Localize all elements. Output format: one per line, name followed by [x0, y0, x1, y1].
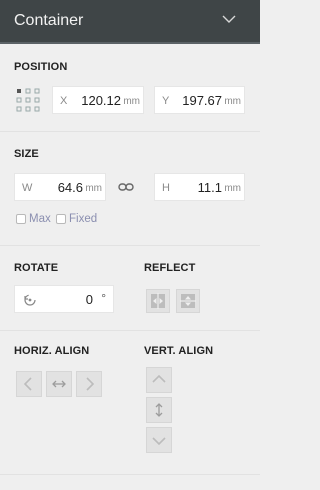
- align-bottom-button[interactable]: [146, 427, 172, 453]
- x-value: 120.12: [81, 93, 121, 108]
- w-unit: mm: [85, 183, 102, 194]
- align-left-button[interactable]: [16, 371, 42, 397]
- rotate-icon: [24, 294, 36, 306]
- align-middle-vertical-button[interactable]: [146, 397, 172, 423]
- fixed-checkbox-box[interactable]: [56, 214, 66, 224]
- horiz-align-label: HORIZ. ALIGN: [14, 345, 90, 357]
- align-top-icon: [152, 374, 166, 383]
- rotate-unit: °: [101, 291, 106, 305]
- panel-title: Container: [14, 12, 84, 29]
- max-checkbox[interactable]: Max: [16, 213, 51, 225]
- flip-vertical-button[interactable]: [176, 289, 200, 313]
- flip-horizontal-icon: [151, 293, 165, 309]
- size-w-field[interactable]: W 64.6 mm: [14, 173, 106, 201]
- position-label: POSITION: [14, 61, 68, 73]
- h-value: 11.1: [197, 180, 222, 195]
- align-left-icon: [23, 377, 32, 391]
- divider: [0, 474, 260, 475]
- anchor-grid-icon[interactable]: [16, 88, 40, 112]
- divider: [0, 131, 260, 132]
- fixed-checkbox[interactable]: Fixed: [56, 213, 97, 225]
- rotate-field[interactable]: 0 °: [14, 285, 114, 313]
- panel-header[interactable]: Container: [0, 0, 260, 44]
- y-unit: mm: [224, 96, 241, 107]
- fixed-label: Fixed: [69, 213, 98, 225]
- flip-vertical-icon: [180, 294, 196, 308]
- align-top-button[interactable]: [146, 367, 172, 393]
- size-label: SIZE: [14, 148, 39, 160]
- flip-horizontal-button[interactable]: [146, 289, 170, 313]
- max-label: Max: [29, 213, 51, 225]
- vert-align-label: VERT. ALIGN: [144, 345, 214, 357]
- rotate-value: 0: [85, 292, 93, 307]
- x-label: X: [60, 95, 68, 107]
- w-label: W: [22, 182, 33, 194]
- y-label: Y: [162, 95, 170, 107]
- h-unit: mm: [224, 183, 241, 194]
- w-value: 64.6: [57, 180, 83, 195]
- align-right-button[interactable]: [76, 371, 102, 397]
- max-checkbox-box[interactable]: [16, 214, 26, 224]
- reflect-label: REFLECT: [144, 262, 196, 274]
- position-y-field[interactable]: Y 197.67 mm: [154, 86, 245, 114]
- align-middle-vertical-icon: [155, 403, 163, 417]
- position-x-field[interactable]: X 120.12 mm: [52, 86, 144, 114]
- align-right-icon: [86, 377, 95, 391]
- align-bottom-icon: [152, 437, 166, 446]
- chain-link-icon[interactable]: [118, 181, 134, 193]
- chevron-down-icon[interactable]: [222, 12, 236, 26]
- rotate-label: ROTATE: [14, 262, 59, 274]
- x-unit: mm: [123, 96, 140, 107]
- align-center-horizontal-button[interactable]: [46, 371, 72, 397]
- size-h-field[interactable]: H 11.1 mm: [154, 173, 245, 201]
- align-center-horizontal-icon: [52, 380, 66, 388]
- y-value: 197.67: [182, 93, 222, 108]
- divider: [0, 245, 260, 246]
- h-label: H: [162, 182, 170, 194]
- divider: [0, 330, 260, 331]
